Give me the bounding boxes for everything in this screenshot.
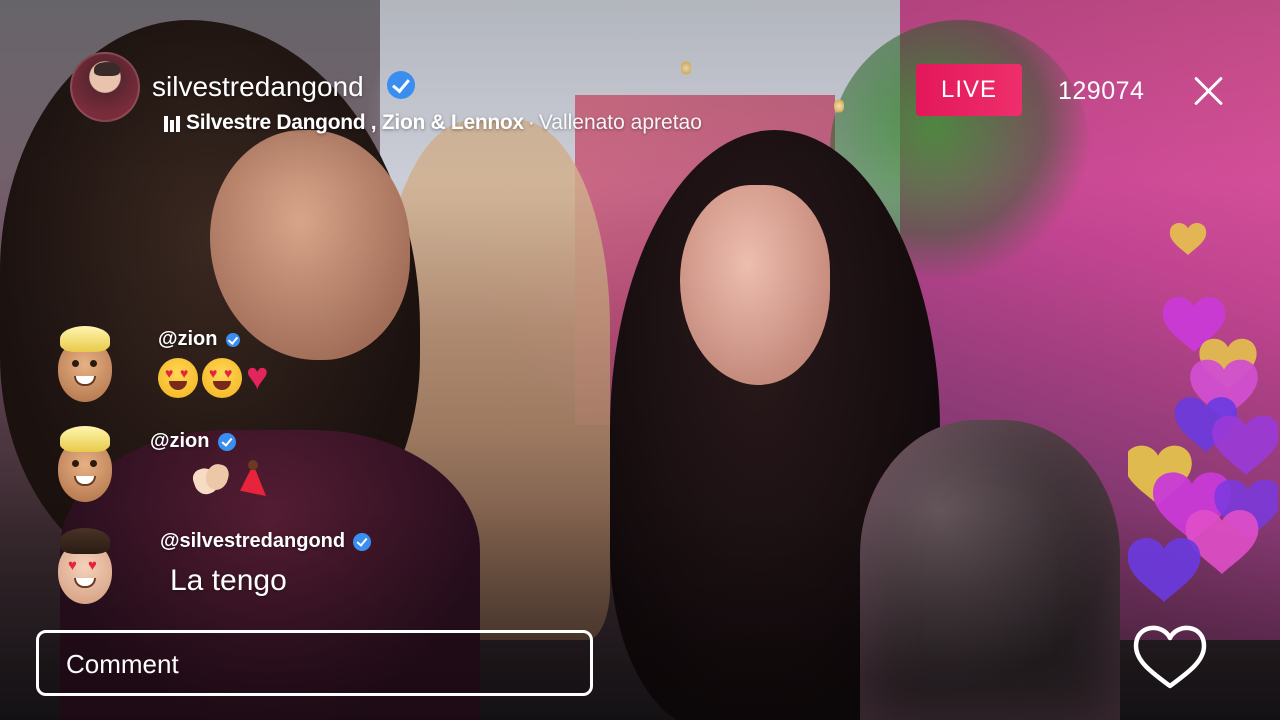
clapping-hands-emoji-icon — [192, 458, 232, 496]
song-separator: · — [527, 111, 535, 134]
comment-item: @zion ♥ ♥ ♥ ♥ ♥ — [52, 326, 472, 416]
commenter-avatar[interactable] — [52, 426, 118, 508]
floating-hearts — [1128, 223, 1278, 602]
floating-heart — [1212, 415, 1278, 475]
dancer-emoji-icon — [236, 458, 270, 498]
red-heart-emoji-icon: ♥ — [246, 356, 269, 398]
comment-username[interactable]: @zion — [158, 328, 240, 351]
comment-username[interactable]: @silvestredangond — [160, 530, 372, 553]
comment-username-text: @silvestredangond — [160, 530, 346, 552]
live-label: LIVE — [940, 76, 998, 103]
verified-badge-icon — [353, 532, 372, 551]
close-icon[interactable] — [1188, 70, 1230, 112]
comment-username[interactable]: @zion — [150, 430, 236, 453]
live-badge: LIVE — [916, 64, 1022, 116]
floating-heart — [1169, 223, 1207, 255]
comment-item: @zion — [52, 426, 472, 516]
comment-input[interactable] — [66, 647, 566, 681]
equalizer-icon — [164, 114, 180, 132]
comment-username-text: @zion — [150, 430, 210, 452]
viewer-count: 129074 — [1058, 77, 1145, 105]
broadcaster-username-text: silvestredangond — [152, 71, 364, 102]
heart-eyes-emoji-icon: ♥ ♥ — [158, 358, 198, 398]
floating-heart — [1128, 538, 1201, 602]
verified-badge-icon — [387, 71, 415, 99]
verified-badge-icon — [225, 332, 240, 347]
commenter-avatar[interactable] — [52, 326, 118, 408]
verified-badge-icon — [217, 432, 236, 451]
heart-eyes-emoji-icon: ♥ ♥ — [202, 358, 242, 398]
comment-emojis: ♥ ♥ ♥ ♥ ♥ — [158, 358, 269, 398]
comment-emojis — [192, 458, 270, 498]
comment-text: La tengo — [170, 564, 287, 597]
song-title: Vallenato apretao — [538, 111, 702, 134]
heart-outline-icon[interactable] — [1130, 620, 1210, 692]
comment-item: ♥ ♥ @silvestredangond La tengo — [52, 528, 472, 618]
commenter-avatar[interactable]: ♥ ♥ — [52, 528, 118, 610]
comment-box[interactable] — [36, 630, 593, 696]
broadcaster-username[interactable]: silvestredangond — [152, 70, 364, 104]
broadcaster-avatar[interactable] — [70, 52, 140, 122]
now-playing-song[interactable]: Silvestre Dangond , Zion & Lennox · Vall… — [164, 108, 702, 138]
comment-username-text: @zion — [158, 328, 218, 350]
song-artist: Silvestre Dangond , Zion & Lennox — [186, 111, 524, 134]
